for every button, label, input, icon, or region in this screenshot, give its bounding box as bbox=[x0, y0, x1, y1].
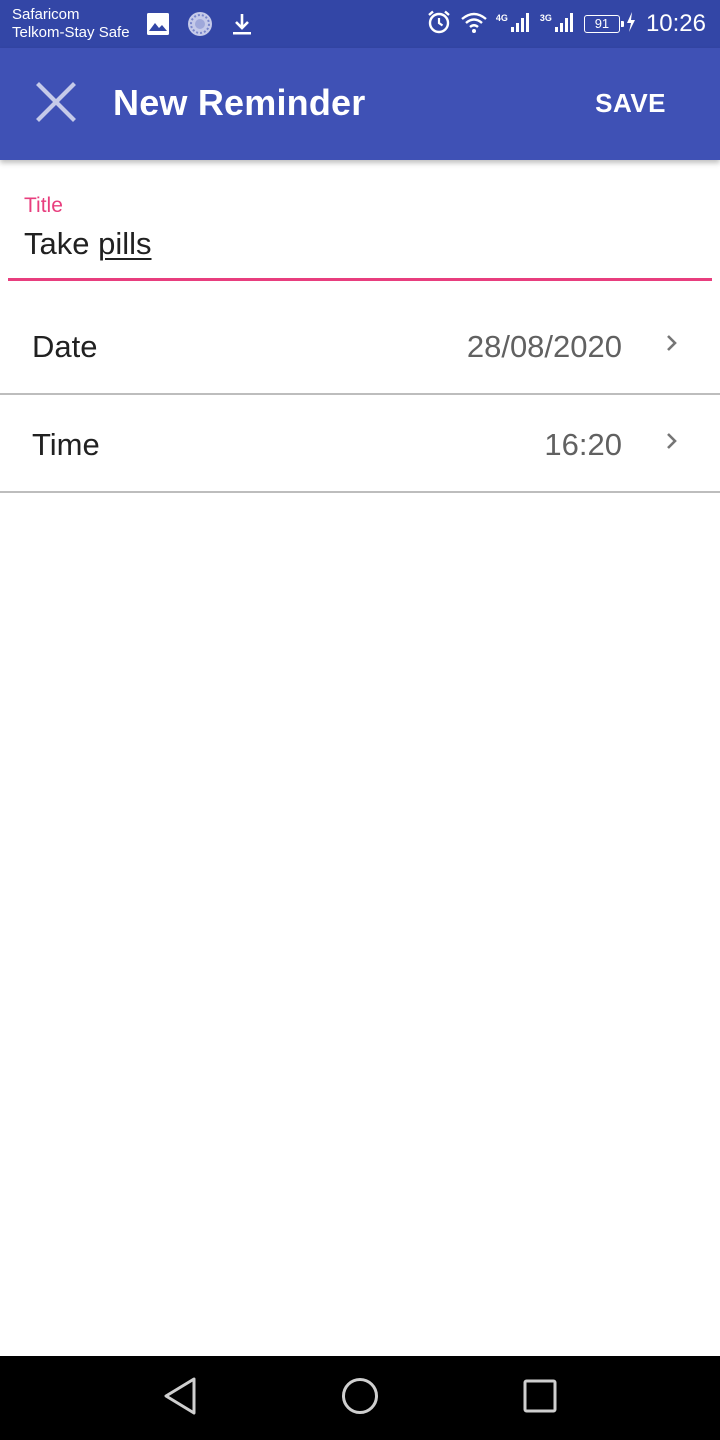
page-title: New Reminder bbox=[113, 82, 366, 123]
save-button[interactable]: SAVE bbox=[595, 88, 666, 119]
time-value: 16:20 bbox=[544, 427, 622, 462]
chevron-right-icon bbox=[664, 431, 680, 456]
recents-square-icon bbox=[522, 1378, 558, 1419]
recents-button[interactable] bbox=[518, 1376, 562, 1420]
title-field[interactable]: Title Take pills bbox=[8, 186, 712, 284]
carrier-1: Safaricom bbox=[12, 6, 80, 23]
title-value-word: pills bbox=[98, 226, 152, 261]
battery-icon: 91 bbox=[583, 15, 624, 33]
date-row[interactable]: Date 28/08/2020 bbox=[0, 297, 720, 395]
date-label: Date bbox=[32, 329, 98, 364]
home-circle-icon bbox=[340, 1376, 380, 1421]
network-type-2: 3G bbox=[539, 13, 552, 23]
time-row[interactable]: Time 16:20 bbox=[0, 395, 720, 493]
chevron-right-icon bbox=[664, 333, 680, 358]
alarm-icon bbox=[426, 9, 452, 40]
navigation-bar bbox=[0, 1356, 720, 1440]
close-icon bbox=[36, 81, 76, 127]
back-button[interactable] bbox=[158, 1376, 202, 1420]
image-icon bbox=[146, 12, 170, 41]
back-triangle-icon bbox=[162, 1376, 198, 1421]
title-field-input[interactable]: Take pills bbox=[24, 226, 152, 262]
carrier-2: Telkom-Stay Safe bbox=[12, 24, 130, 41]
title-value-prefix: Take bbox=[24, 226, 99, 261]
status-time: 10:26 bbox=[645, 10, 706, 37]
download-icon bbox=[230, 12, 254, 41]
title-field-label: Title bbox=[24, 194, 63, 217]
wifi-icon bbox=[460, 10, 488, 39]
status-bar: Safaricom Telkom-Stay Safe 4G 3G 91 10:2… bbox=[0, 0, 720, 48]
signal-3g-icon bbox=[554, 11, 576, 38]
close-button[interactable] bbox=[30, 78, 82, 130]
charging-icon bbox=[626, 11, 636, 37]
title-field-underline bbox=[8, 278, 712, 281]
home-button[interactable] bbox=[338, 1376, 382, 1420]
signal-4g-icon bbox=[510, 11, 532, 38]
status-icons-right: 4G 3G 91 10:26 bbox=[426, 0, 706, 48]
app-bar: New Reminder SAVE bbox=[0, 48, 720, 160]
network-type-1: 4G bbox=[495, 13, 508, 23]
time-label: Time bbox=[32, 427, 100, 462]
circle-app-icon bbox=[187, 11, 213, 42]
carrier-names: Safaricom Telkom-Stay Safe bbox=[12, 6, 130, 42]
new-reminder-screen: Safaricom Telkom-Stay Safe 4G 3G 91 10:2… bbox=[0, 0, 720, 1440]
date-value: 28/08/2020 bbox=[466, 329, 622, 364]
